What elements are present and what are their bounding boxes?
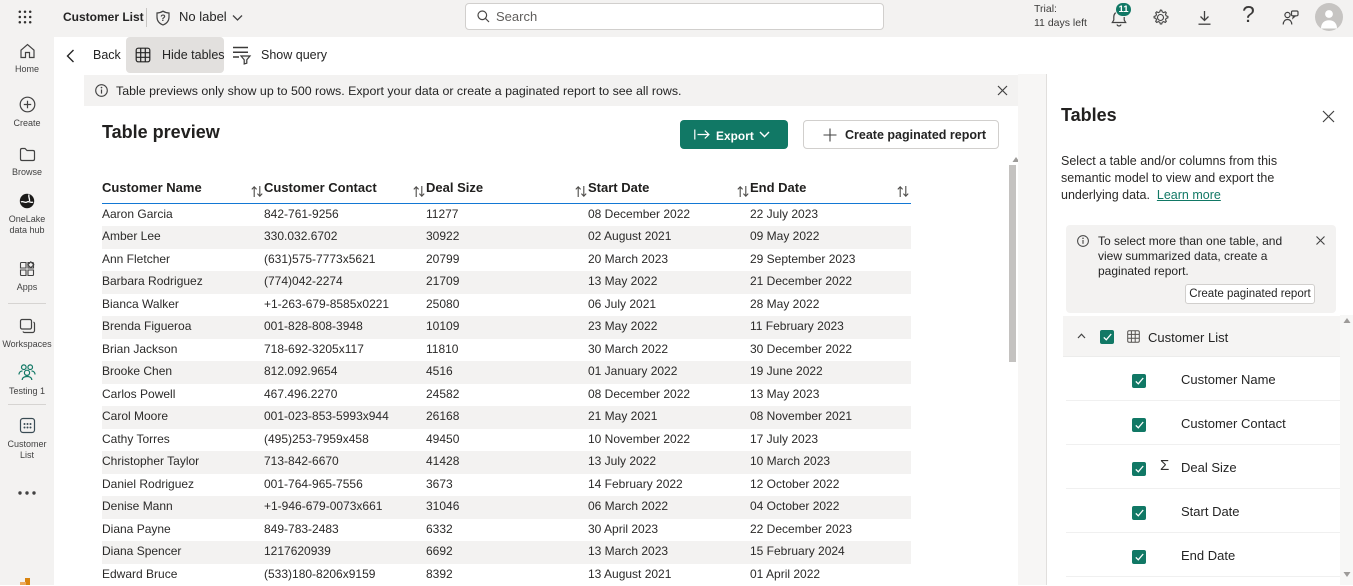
svg-text:?: ? (160, 13, 166, 23)
